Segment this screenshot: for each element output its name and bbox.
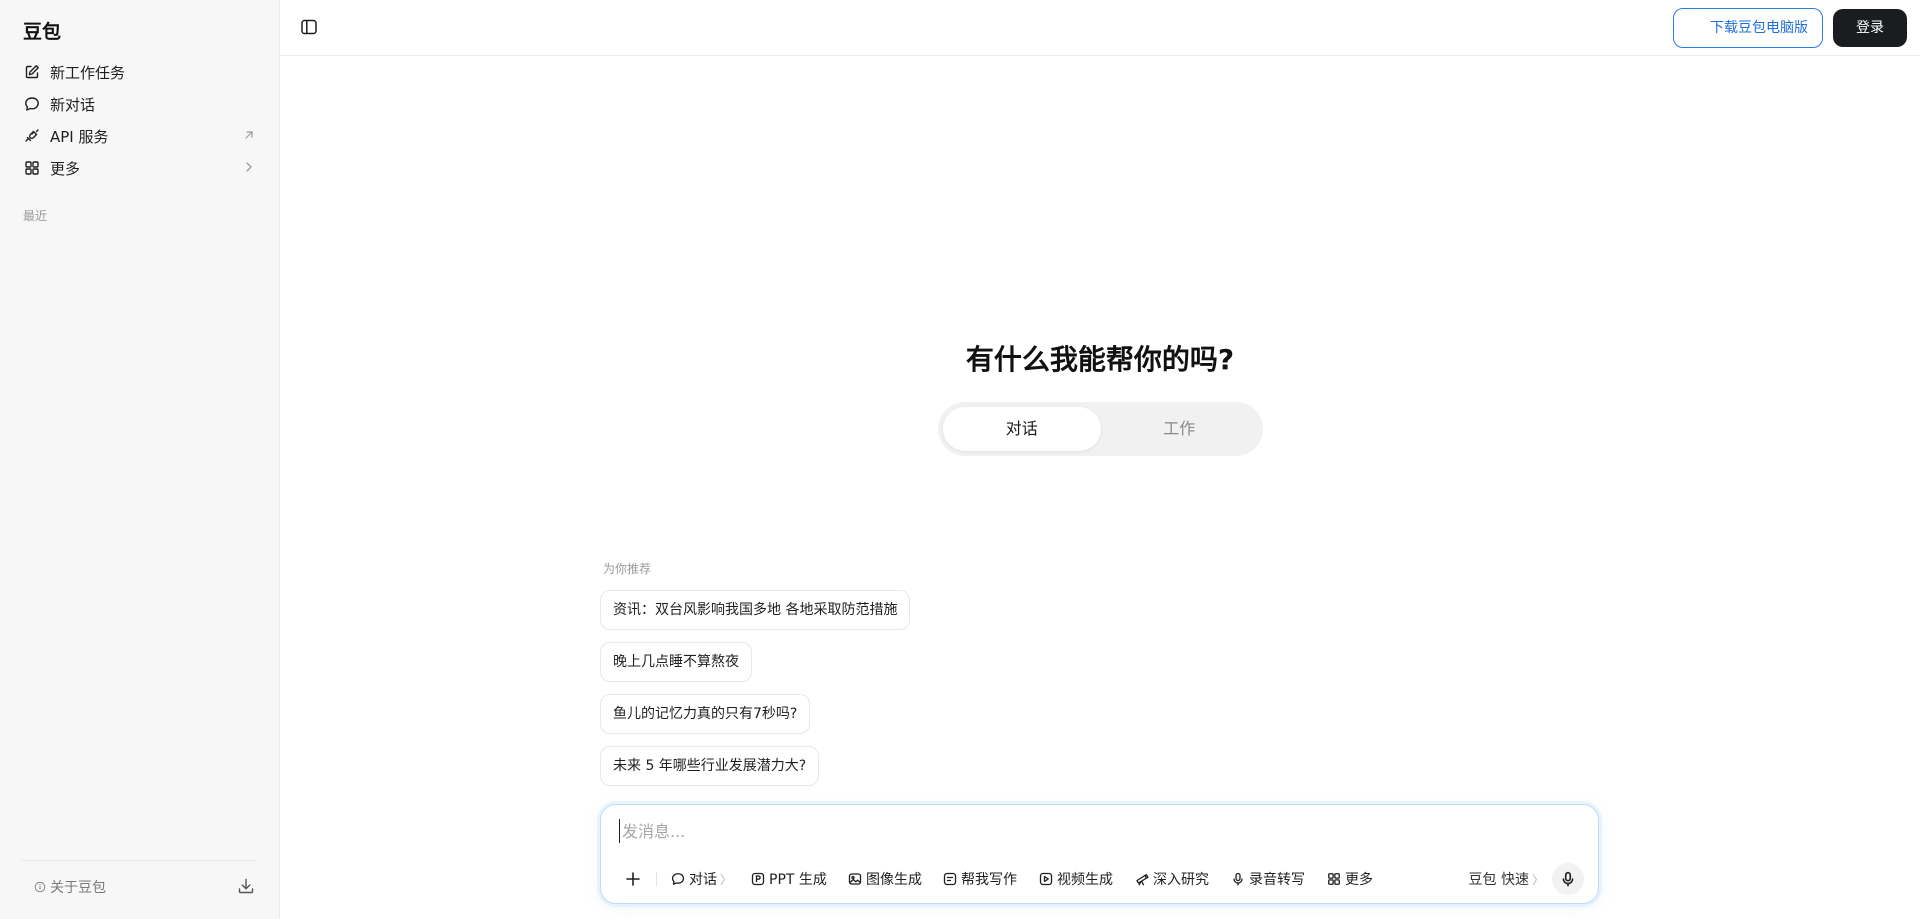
model-label: 豆包 快速: [1468, 872, 1529, 888]
sidebar-item-label: API 服务: [50, 127, 109, 146]
composer-toolbar: 对话 〉 PPT 生成 图像生成 帮我写作 视频生成 深入研究 录音转写 更多 …: [613, 863, 1586, 895]
plus-icon[interactable]: [621, 867, 645, 891]
tool-label: 视频生成: [1057, 872, 1113, 888]
chevron-icon: 〉: [720, 872, 733, 887]
about-label: 关于豆包: [50, 880, 106, 896]
login-button[interactable]: 登录: [1833, 9, 1907, 47]
sidebar-item-more[interactable]: 更多: [16, 152, 264, 184]
suggestion-chip[interactable]: 鱼儿的记忆力真的只有7秒吗?: [600, 694, 811, 734]
voice-input-button[interactable]: [1552, 863, 1584, 895]
sidebar-item-api-service[interactable]: API 服务: [16, 120, 264, 152]
recommend-label: 为你推荐: [603, 562, 652, 576]
mode-switch: 对话 工作: [938, 402, 1263, 456]
recent-section-label: 最近: [23, 209, 48, 223]
tool-chat-mode[interactable]: 对话 〉: [671, 867, 732, 891]
toolbar-divider: [656, 872, 657, 886]
info-icon: [34, 881, 46, 893]
brand-name: 豆包: [23, 21, 62, 43]
image-icon: [848, 872, 862, 886]
chat-bubble-icon: [671, 872, 685, 886]
tab-chat[interactable]: 对话: [943, 407, 1101, 451]
tool-label: 帮我写作: [961, 872, 1017, 888]
download-desktop-button[interactable]: 下载豆包电脑版: [1673, 8, 1823, 48]
tool-writing-help[interactable]: 帮我写作: [943, 867, 1017, 891]
sidebar-footer: 关于豆包: [22, 860, 257, 919]
tool-more[interactable]: 更多: [1327, 867, 1373, 891]
tool-label: 更多: [1345, 872, 1373, 888]
ppt-icon: [751, 872, 765, 886]
sidebar-item-label: 新对话: [50, 95, 96, 114]
sidebar-nav: 新工作任务 新对话 API 服务 更多: [16, 56, 264, 184]
tool-label: 对话: [689, 872, 717, 888]
tab-work[interactable]: 工作: [1101, 407, 1259, 451]
tool-audio-transcribe[interactable]: 录音转写: [1231, 867, 1305, 891]
message-composer: 对话 〉 PPT 生成 图像生成 帮我写作 视频生成: [600, 804, 1599, 904]
tool-ppt-generate[interactable]: PPT 生成: [751, 867, 827, 891]
video-icon: [1039, 872, 1053, 886]
grid-icon: [24, 160, 40, 176]
grid-icon: [1327, 872, 1341, 886]
sidebar-item-label: 更多: [50, 159, 81, 178]
sidebar-item-label: 新工作任务: [50, 63, 126, 82]
tool-image-generate[interactable]: 图像生成: [848, 867, 922, 891]
sidebar-toggle-icon[interactable]: [300, 18, 320, 38]
suggestion-chip[interactable]: 资讯：双台风影响我国多地 各地采取防范措施: [600, 590, 911, 630]
tool-label: 录音转写: [1249, 872, 1305, 888]
edit-icon: [24, 64, 40, 80]
microphone-icon: [1560, 871, 1576, 887]
page-title: 有什么我能帮你的吗?: [965, 343, 1235, 376]
tool-label: 深入研究: [1153, 872, 1209, 888]
write-icon: [943, 872, 957, 886]
model-select[interactable]: 豆包 快速 〉: [1469, 867, 1544, 891]
sidebar-item-new-chat[interactable]: 新对话: [16, 88, 264, 120]
sidebar: 豆包 新工作任务 新对话 API 服务 更多 最近 关于豆包: [0, 0, 280, 919]
telescope-icon: [1135, 872, 1149, 886]
api-icon: [24, 128, 40, 144]
tool-video-generate[interactable]: 视频生成: [1039, 867, 1113, 891]
message-input[interactable]: [619, 819, 1519, 843]
tool-label: 图像生成: [866, 872, 922, 888]
chevron-icon: 〉: [1531, 872, 1544, 887]
tool-label: PPT 生成: [769, 872, 827, 888]
microphone-icon: [1231, 872, 1245, 886]
suggestion-chip[interactable]: 晚上几点睡不算熬夜: [600, 642, 752, 682]
chevron-right-icon: [242, 160, 256, 174]
tool-deep-research[interactable]: 深入研究: [1135, 867, 1209, 891]
suggestion-chip[interactable]: 未来 5 年哪些行业发展潜力大?: [600, 746, 820, 786]
chat-bubble-icon: [24, 96, 40, 112]
about-link[interactable]: 关于豆包: [34, 877, 106, 897]
topbar: 下载豆包电脑版 登录: [280, 0, 1920, 56]
download-icon[interactable]: [237, 877, 255, 895]
sidebar-item-new-work-task[interactable]: 新工作任务: [16, 56, 264, 88]
external-arrow-icon: [242, 128, 256, 142]
